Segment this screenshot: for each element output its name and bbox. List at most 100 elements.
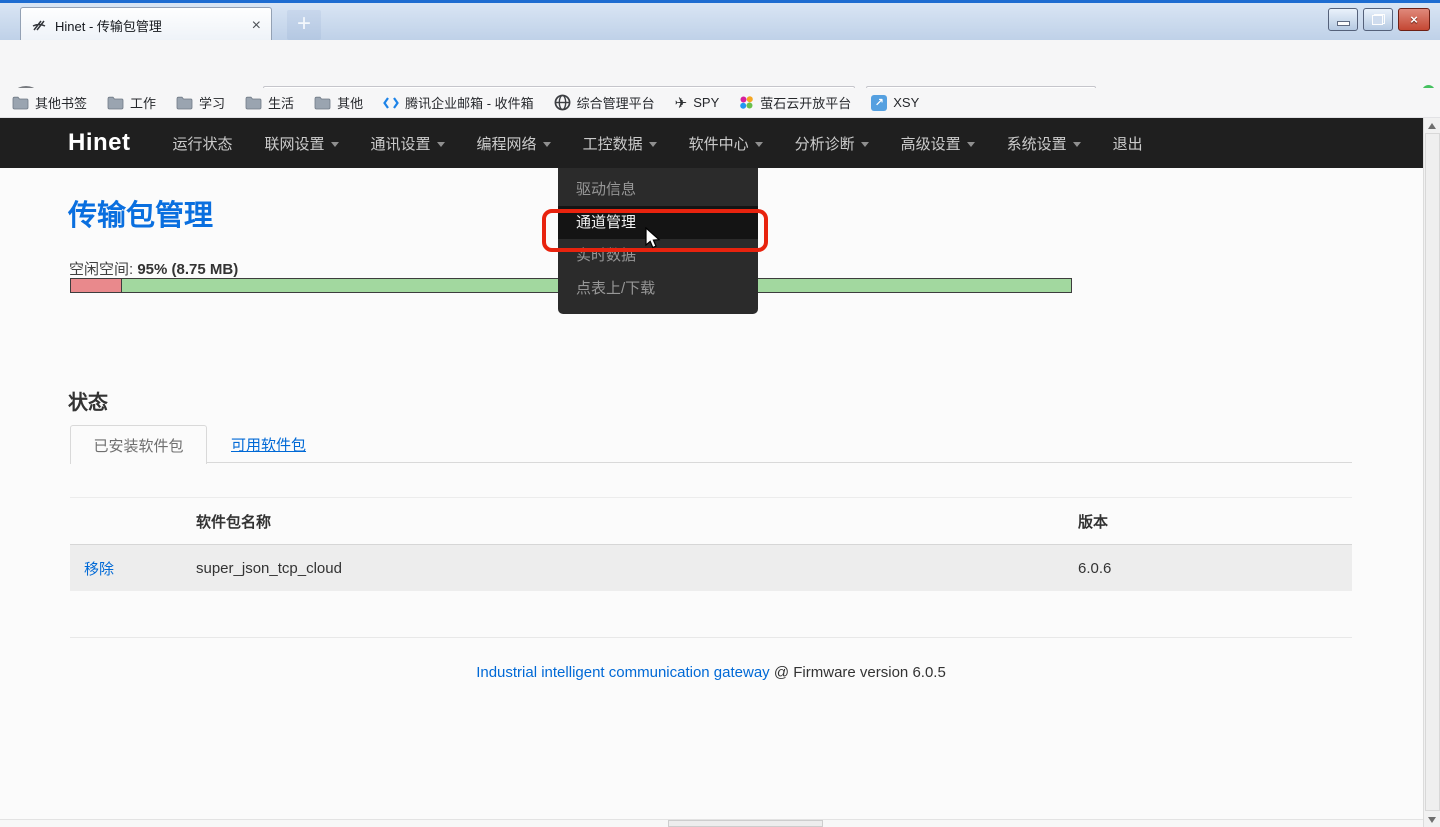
tab-title: Hinet - 传输包管理 <box>55 16 244 35</box>
bookmark-folder-misc[interactable]: 其他 <box>314 93 363 112</box>
caret-down-icon <box>331 142 339 147</box>
nav-item-logout[interactable]: 退出 <box>1113 133 1143 154</box>
bookmark-label: 工作 <box>130 93 156 112</box>
scroll-down-arrow-icon[interactable] <box>1428 817 1436 823</box>
bookmark-exmail[interactable]: 腾讯企业邮箱 - 收件箱 <box>383 93 534 112</box>
browser-toolbar: 192.168.9.99/cgi-bin/luci/;stok=489fe39e… <box>0 40 1440 88</box>
caret-down-icon <box>1073 142 1081 147</box>
bookmarks-bar: 其他书签 工作 学习 生活 其他 腾讯企业邮箱 - 收件箱 综合管理平台 ✈ S <box>0 88 1440 118</box>
web-page: Hinet 运行状态 联网设置 通讯设置 编程网络 工控数据 软件中心 分析诊断… <box>0 118 1423 827</box>
caret-down-icon <box>967 142 975 147</box>
package-table: 软件包名称 版本 移除 super_json_tcp_cloud 6.0.6 <box>70 497 1352 591</box>
remove-link[interactable]: 移除 <box>84 561 114 578</box>
free-space-value: 95% (8.75 MB) <box>137 261 238 278</box>
minimize-icon <box>1337 21 1350 26</box>
tab-close-icon[interactable]: × <box>252 18 261 34</box>
plane-icon: ✈ <box>675 94 688 112</box>
table-header-row: 软件包名称 版本 <box>70 497 1352 545</box>
nav-item-programming-network[interactable]: 编程网络 <box>477 133 551 154</box>
site-menu: 运行状态 联网设置 通讯设置 编程网络 工控数据 软件中心 分析诊断 高级设置 … <box>173 133 1143 154</box>
nav-item-network-settings[interactable]: 联网设置 <box>265 133 339 154</box>
bookmark-ezviz[interactable]: 萤石云开放平台 <box>739 93 851 112</box>
nav-item-analysis-diagnosis[interactable]: 分析诊断 <box>795 133 869 154</box>
dropdown-item-point-table[interactable]: 点表上/下载 <box>558 272 758 305</box>
folder-icon <box>12 96 29 110</box>
screen: Hinet - 传输包管理 × + × <box>0 0 1440 827</box>
bookmark-folder-other-bookmarks[interactable]: 其他书签 <box>12 93 87 112</box>
xsy-icon: ↗ <box>871 95 887 111</box>
footer-divider <box>70 637 1352 638</box>
caret-down-icon <box>543 142 551 147</box>
nav-item-run-status[interactable]: 运行状态 <box>173 133 233 154</box>
browser-tab[interactable]: Hinet - 传输包管理 × <box>20 7 272 43</box>
horizontal-scrollbar-thumb[interactable] <box>668 820 823 827</box>
bookmark-label: 腾讯企业邮箱 - 收件箱 <box>405 93 534 112</box>
folder-icon <box>245 96 262 110</box>
new-tab-button[interactable]: + <box>287 10 321 40</box>
page-viewport: Hinet 运行状态 联网设置 通讯设置 编程网络 工控数据 软件中心 分析诊断… <box>0 118 1440 827</box>
nav-item-system-settings[interactable]: 系统设置 <box>1007 133 1081 154</box>
bookmark-label: 其他 <box>337 93 363 112</box>
caret-down-icon <box>649 142 657 147</box>
status-heading: 状态 <box>68 386 108 415</box>
bookmark-label: 生活 <box>268 93 294 112</box>
free-space-label: 空闲空间: <box>69 261 133 278</box>
horizontal-scrollbar[interactable] <box>0 819 1423 827</box>
bookmark-folder-life[interactable]: 生活 <box>245 93 294 112</box>
footer-firmware-text: @ Firmware version 6.0.5 <box>774 664 946 681</box>
table-row: 移除 super_json_tcp_cloud 6.0.6 <box>70 545 1352 591</box>
storage-used-segment <box>71 279 122 292</box>
bookmark-folder-study[interactable]: 学习 <box>176 93 225 112</box>
caret-down-icon <box>861 142 869 147</box>
bookmark-label: XSY <box>893 95 919 110</box>
folder-icon <box>314 96 331 110</box>
footer-gateway-link[interactable]: Industrial intelligent communication gat… <box>476 664 770 681</box>
dropdown-item-driver-info[interactable]: 驱动信息 <box>558 173 758 206</box>
caret-down-icon <box>437 142 445 147</box>
column-version: 版本 <box>1078 511 1352 532</box>
tab-installed-packages[interactable]: 已安装软件包 <box>70 425 207 464</box>
bookmark-management-platform[interactable]: 综合管理平台 <box>554 93 655 112</box>
package-version-cell: 6.0.6 <box>1078 560 1352 577</box>
dropdown-item-realtime-data[interactable]: 实时数据 <box>558 239 758 272</box>
caret-down-icon <box>755 142 763 147</box>
dropdown-item-channel-management[interactable]: 通道管理 <box>558 206 758 239</box>
industrial-data-dropdown: 驱动信息 通道管理 实时数据 点表上/下载 <box>558 168 758 314</box>
nav-item-software-center[interactable]: 软件中心 <box>689 133 763 154</box>
minimize-button[interactable] <box>1328 8 1358 31</box>
bookmark-xsy[interactable]: ↗ XSY <box>871 95 919 111</box>
page-footer: Industrial intelligent communication gat… <box>70 664 1352 681</box>
bookmark-label: 其他书签 <box>35 93 87 112</box>
nav-item-comm-settings[interactable]: 通讯设置 <box>371 133 445 154</box>
window-titlebar: Hinet - 传输包管理 × + × <box>0 0 1440 40</box>
bookmark-label: 萤石云开放平台 <box>760 93 851 112</box>
close-button[interactable]: × <box>1398 8 1430 31</box>
brand-logo[interactable]: Hinet <box>68 129 131 157</box>
site-navbar: Hinet 运行状态 联网设置 通讯设置 编程网络 工控数据 软件中心 分析诊断… <box>0 118 1423 168</box>
window-controls: × <box>1328 8 1430 31</box>
folder-icon <box>107 96 124 110</box>
package-name-cell: super_json_tcp_cloud <box>196 560 1078 577</box>
page-title: 传输包管理 <box>68 192 213 234</box>
vertical-scrollbar-thumb[interactable] <box>1425 133 1440 811</box>
folder-icon <box>176 96 193 110</box>
tab-available-packages[interactable]: 可用软件包 <box>231 434 306 455</box>
bookmark-spy[interactable]: ✈ SPY <box>675 94 720 112</box>
nav-item-industrial-data[interactable]: 工控数据 <box>583 133 657 154</box>
free-space-line: 空闲空间: 95% (8.75 MB) <box>69 258 238 279</box>
globe-icon <box>554 94 571 111</box>
column-package-name: 软件包名称 <box>196 511 1078 532</box>
scroll-up-arrow-icon[interactable] <box>1428 123 1436 129</box>
bookmark-label: 综合管理平台 <box>577 93 655 112</box>
package-tabs: 已安装软件包 可用软件包 <box>70 425 1352 463</box>
restore-button[interactable] <box>1363 8 1393 31</box>
restore-icon <box>1372 14 1385 25</box>
favicon-icon <box>31 18 47 34</box>
ezviz-icon <box>739 95 754 110</box>
nav-item-advanced-settings[interactable]: 高级设置 <box>901 133 975 154</box>
bookmark-label: SPY <box>693 95 719 110</box>
bookmark-label: 学习 <box>199 93 225 112</box>
vertical-scrollbar[interactable] <box>1423 118 1440 827</box>
exmail-icon <box>383 96 399 110</box>
bookmark-folder-work[interactable]: 工作 <box>107 93 156 112</box>
